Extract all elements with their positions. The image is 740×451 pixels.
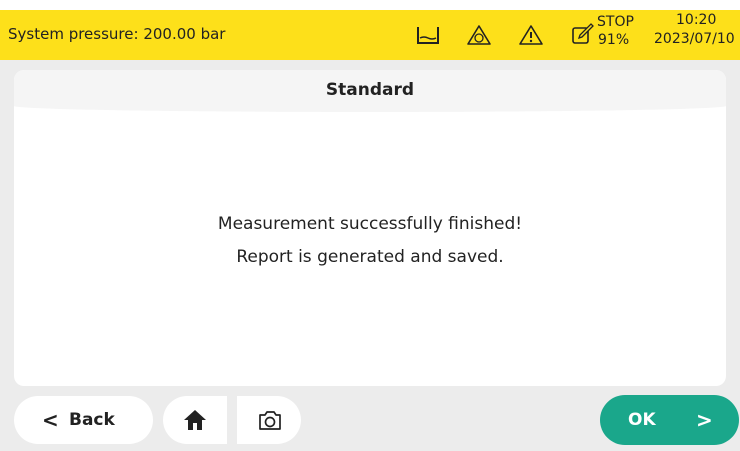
back-button-label: Back [69, 410, 115, 430]
status-bar: System pressure: 200.00 bar STOP 91% 10:… [0, 10, 740, 60]
stop-percent: 91% [598, 32, 630, 48]
warning-icon[interactable] [518, 23, 544, 47]
message-line-2: Report is generated and saved. [236, 247, 504, 267]
clock-date: 2023/07/10 [654, 31, 735, 47]
camera-icon [259, 411, 281, 430]
ok-button[interactable]: OK > [600, 395, 739, 445]
clock-time: 10:20 [676, 12, 717, 28]
chevron-left-icon: < [42, 408, 59, 432]
contamination-warning-icon[interactable] [466, 23, 492, 47]
tank-icon[interactable] [415, 23, 441, 47]
system-pressure-label: System pressure: 200.00 bar [8, 25, 226, 43]
home-icon [184, 410, 206, 430]
screenshot-button[interactable] [237, 396, 301, 444]
panel-title: Standard [325, 80, 415, 100]
message-line-1: Measurement successfully finished! [217, 214, 523, 234]
edit-icon[interactable] [570, 23, 596, 47]
message-panel: Standard Measurement successfully finish… [14, 70, 726, 386]
chevron-right-icon: > [696, 408, 713, 432]
back-button[interactable]: < Back [14, 396, 153, 444]
home-button[interactable] [163, 396, 227, 444]
top-edge [0, 0, 740, 10]
panel-header: Standard [14, 70, 726, 112]
ok-button-label: OK [628, 410, 656, 430]
stop-label: STOP [597, 14, 634, 30]
